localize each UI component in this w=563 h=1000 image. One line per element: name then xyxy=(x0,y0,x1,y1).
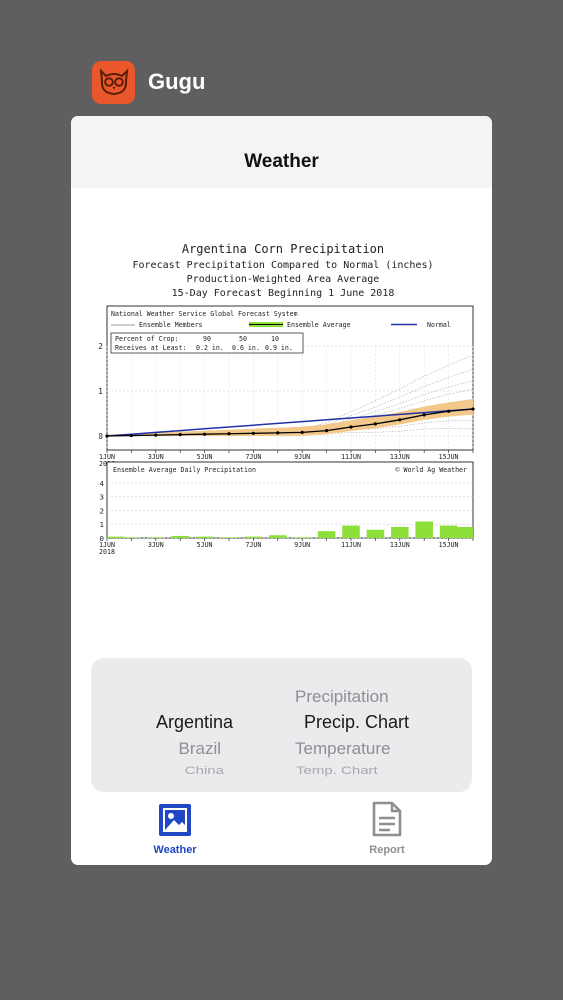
ensemble-average-point xyxy=(373,422,377,426)
lower-y-tick-label: 0.4 xyxy=(99,479,105,488)
ensemble-average-point xyxy=(105,434,109,438)
lower-x-tick-label: 3JUN xyxy=(148,541,164,549)
tab-weather-label: Weather xyxy=(153,844,197,856)
upper-panel-label: National Weather Service Global Forecast… xyxy=(111,310,298,318)
ensemble-average-point xyxy=(398,418,402,422)
upper-x-tick-label: 9JUN xyxy=(294,453,310,461)
nav-bar: Weather xyxy=(71,116,492,188)
lower-year-label: 2018 xyxy=(99,548,115,556)
tab-report-label: Report xyxy=(369,844,405,856)
document-icon xyxy=(372,801,402,837)
crop-table-row2-v2: 0.6 in. xyxy=(232,344,260,352)
ensemble-average-point xyxy=(227,432,231,436)
tab-weather[interactable]: Weather xyxy=(125,804,225,856)
chart-title-line-2: Forecast Precipitation Compared to Norma… xyxy=(132,260,433,271)
upper-x-tick-label: 3JUN xyxy=(148,453,164,461)
upper-y-tick-label: 2 xyxy=(99,342,103,351)
upper-x-tick-label: 5JUN xyxy=(197,453,213,461)
picker-type-above[interactable]: Precipitation xyxy=(295,687,389,707)
lower-x-tick-label: 11JUN xyxy=(341,541,361,549)
app-card: Weather Argentina Corn Precipitation For… xyxy=(71,116,492,865)
upper-x-tick-label: 15JUN xyxy=(439,453,459,461)
precip-bar xyxy=(171,535,189,538)
picker-type-selected[interactable]: Precip. Chart xyxy=(304,712,409,733)
precip-bar xyxy=(147,537,165,538)
picker-region-far-below[interactable]: China xyxy=(185,764,224,777)
upper-x-tick-label: 11JUN xyxy=(341,453,361,461)
precip-bar xyxy=(107,536,125,538)
picker-type-far-below[interactable]: Temp. Chart xyxy=(296,764,378,777)
lower-x-tick-label: 13JUN xyxy=(390,541,410,549)
precip-bar xyxy=(455,526,473,538)
crop-table-row2-label: Receives at Least: xyxy=(115,344,186,352)
ensemble-average-point xyxy=(251,431,255,435)
upper-x-tick-label: 7JUN xyxy=(245,453,261,461)
tab-bar: Weather Report xyxy=(71,801,492,865)
precip-bar xyxy=(220,537,238,538)
app-name: Gugu xyxy=(148,69,206,94)
chart-type-picker-column[interactable]: Precipitation Precip. Chart Temperature … xyxy=(281,658,472,792)
lower-y-tick-label: 0.2 xyxy=(99,506,104,515)
legend-members: Ensemble Members xyxy=(139,321,203,329)
page-title: Weather xyxy=(244,151,319,172)
legend-normal: Normal xyxy=(427,321,451,329)
lower-y-tick-label: 0.3 xyxy=(99,493,104,502)
ensemble-average-point xyxy=(276,431,280,435)
image-icon xyxy=(159,804,191,836)
ensemble-average-point xyxy=(349,425,353,429)
ensemble-average-point xyxy=(154,433,158,437)
lower-panel-credit: © World Ag Weather xyxy=(396,466,467,474)
ensemble-average-point xyxy=(178,433,182,437)
ensemble-average-point xyxy=(129,433,133,438)
upper-y-tick-label: 1 xyxy=(99,387,103,396)
precip-bar xyxy=(293,537,311,538)
picker-region-below[interactable]: Brazil xyxy=(178,739,221,759)
chart-title-line-4: 15-Day Forecast Beginning 1 June 2018 xyxy=(172,288,395,299)
region-picker-column[interactable]: Argentina Brazil China xyxy=(91,658,281,792)
region-chart-picker[interactable]: Argentina Brazil China Precipitation Pre… xyxy=(91,658,472,792)
ensemble-average-point xyxy=(300,430,304,434)
upper-y-tick-label: 0 xyxy=(99,432,103,441)
crop-table-row2-v3: 0.9 in. xyxy=(265,344,293,352)
ensemble-average-point xyxy=(325,429,329,433)
precip-bar xyxy=(342,525,360,538)
upper-x-tick-label: 13JUN xyxy=(390,453,410,461)
tab-report[interactable]: Report xyxy=(337,801,437,856)
precip-bar xyxy=(317,531,336,538)
precip-bar xyxy=(366,529,385,538)
picker-type-below[interactable]: Temperature xyxy=(295,739,390,759)
ensemble-average-point xyxy=(447,409,451,413)
crop-table-row2-v1: 0.2 in. xyxy=(196,344,224,352)
crop-table-row1-v2: 50 xyxy=(239,335,247,343)
owl-icon[interactable] xyxy=(92,60,135,104)
crop-table-row1-v3: 10 xyxy=(271,335,279,343)
precip-bar xyxy=(439,525,458,538)
precip-bar xyxy=(195,536,214,538)
precip-bar xyxy=(391,526,409,538)
lower-x-tick-label: 9JUN xyxy=(294,541,310,549)
ensemble-average-point xyxy=(203,432,207,436)
lower-y-tick-label: 0.1 xyxy=(99,520,104,529)
app-header: Gugu xyxy=(92,60,205,104)
precip-bar xyxy=(122,537,141,538)
chart-title-line-3: Production-Weighted Area Average xyxy=(187,274,380,285)
lower-panel-label: Ensemble Average Daily Precipitation xyxy=(113,466,256,474)
precipitation-chart: Argentina Corn Precipitation Forecast Pr… xyxy=(77,236,479,566)
legend-average: Ensemble Average xyxy=(287,321,351,329)
lower-x-tick-label: 5JUN xyxy=(197,541,213,549)
picker-region-selected[interactable]: Argentina xyxy=(156,712,233,733)
lower-x-tick-label: 7JUN xyxy=(245,541,261,549)
crop-table-row1-v1: 90 xyxy=(203,335,211,343)
ensemble-average-point xyxy=(422,413,426,417)
lower-x-tick-label: 15JUN xyxy=(439,541,459,549)
ensemble-average-point xyxy=(471,407,475,411)
chart-title-line-1: Argentina Corn Precipitation xyxy=(182,242,384,256)
crop-table-row1-label: Percent of Crop: xyxy=(115,335,179,343)
precip-bar xyxy=(415,521,433,538)
precip-bar xyxy=(269,535,287,538)
precip-bar xyxy=(244,536,263,538)
